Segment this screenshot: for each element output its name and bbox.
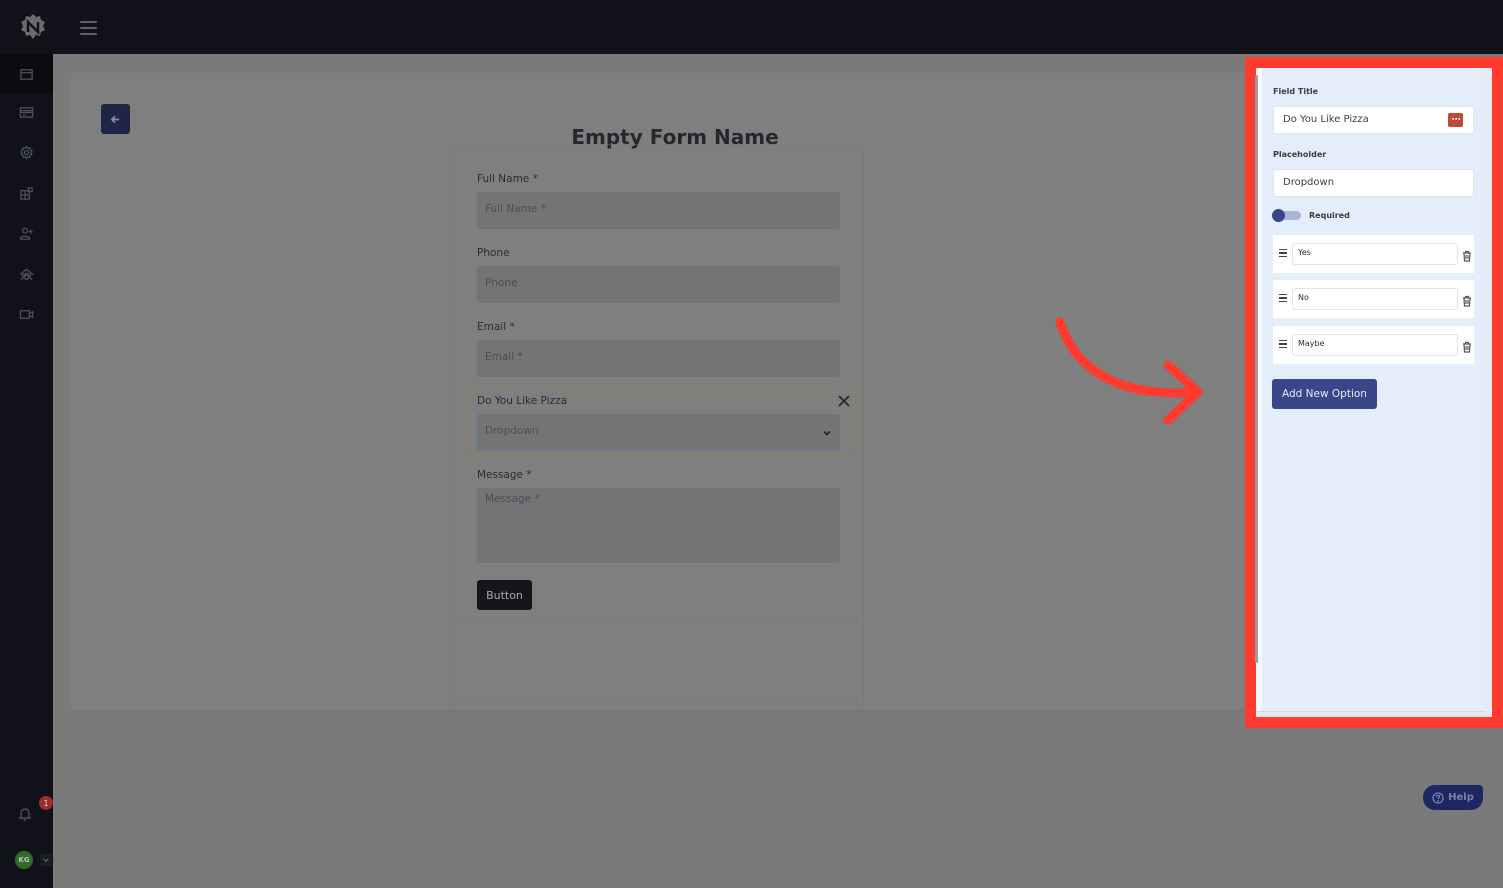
add-new-option-button[interactable]: Add New Option [1272, 379, 1377, 409]
notifications-bell-icon[interactable] [17, 806, 33, 822]
placeholder-label: Placeholder [1273, 150, 1327, 159]
sidebar-item-add-user[interactable] [0, 213, 53, 253]
form-section-divider [454, 697, 863, 698]
help-button[interactable]: Help [1423, 785, 1483, 810]
email-input[interactable]: Email * [477, 340, 840, 377]
question-circle-icon [1432, 791, 1444, 804]
app-logo-icon[interactable] [18, 12, 48, 42]
hamburger-menu-icon[interactable] [80, 21, 97, 35]
sidebar-item-video[interactable] [0, 294, 53, 334]
option-row: No [1273, 280, 1474, 318]
sidebar-item-cards[interactable] [0, 92, 53, 132]
option-input[interactable]: No [1292, 288, 1458, 310]
message-textarea[interactable]: Message * [477, 488, 840, 563]
settings-panel-bottom-border [1256, 711, 1486, 712]
full-name-input[interactable]: Full Name * [477, 192, 840, 229]
field-label-pizza: Do You Like Pizza [477, 395, 568, 407]
more-options-icon[interactable]: ⋯ [1448, 113, 1463, 127]
option-row: Maybe [1273, 326, 1474, 364]
drag-handle-icon[interactable] [1279, 340, 1287, 348]
drag-handle-icon[interactable] [1279, 294, 1287, 302]
form-section-divider [454, 623, 863, 624]
sidebar [0, 54, 53, 888]
sidebar-item-pages[interactable] [0, 54, 53, 94]
widgets-icon [20, 186, 33, 200]
required-toggle[interactable] [1272, 209, 1301, 222]
dropdown-placeholder: Dropdown [485, 425, 539, 437]
field-title-input[interactable]: Do You Like Pizza ⋯ [1273, 106, 1474, 134]
field-label-full-name: Full Name * [477, 173, 538, 185]
toggle-knob [1272, 209, 1285, 222]
notification-badge: 1 [39, 796, 53, 810]
field-label-email: Email * [477, 321, 515, 333]
trash-icon[interactable] [1462, 247, 1472, 262]
add-user-icon [19, 227, 33, 240]
option-row: Yes [1273, 235, 1474, 273]
field-title-label: Field Title [1273, 87, 1319, 96]
sidebar-item-widgets[interactable] [0, 173, 53, 213]
annotation-arrow-icon [1055, 317, 1203, 425]
user-menu-chevron-icon[interactable] [40, 854, 52, 866]
card-icon [19, 106, 34, 118]
option-input[interactable]: Maybe [1292, 334, 1458, 356]
form-preview: Full Name * Full Name * Phone Phone Emai… [453, 144, 864, 711]
field-label-phone: Phone [477, 247, 510, 259]
help-label: Help [1448, 792, 1474, 803]
arrow-left-icon [110, 115, 120, 123]
browser-window-icon [20, 68, 33, 80]
drag-handle-icon[interactable] [1279, 249, 1287, 257]
top-bar [0, 0, 1503, 54]
video-camera-icon [19, 309, 34, 319]
required-label: Required [1309, 211, 1350, 220]
field-title-value: Do You Like Pizza [1283, 114, 1369, 125]
trash-icon[interactable] [1462, 292, 1472, 307]
team-icon [19, 268, 34, 280]
pizza-dropdown-select[interactable]: Dropdown [477, 414, 840, 451]
field-label-message: Message * [477, 469, 532, 481]
back-button[interactable] [101, 104, 130, 134]
chevron-down-icon [822, 428, 832, 438]
trash-icon[interactable] [1462, 338, 1472, 353]
placeholder-input[interactable]: Dropdown [1273, 169, 1474, 197]
settings-scrollbar[interactable] [1255, 75, 1258, 663]
option-input[interactable]: Yes [1292, 243, 1458, 265]
sidebar-item-team[interactable] [0, 254, 53, 294]
remove-field-close-icon[interactable] [837, 393, 851, 407]
user-avatar[interactable]: KG [15, 851, 33, 869]
phone-input[interactable]: Phone [477, 266, 840, 303]
gear-icon [20, 144, 33, 160]
sidebar-item-settings[interactable] [0, 132, 53, 172]
form-submit-button[interactable]: Button [477, 580, 532, 610]
